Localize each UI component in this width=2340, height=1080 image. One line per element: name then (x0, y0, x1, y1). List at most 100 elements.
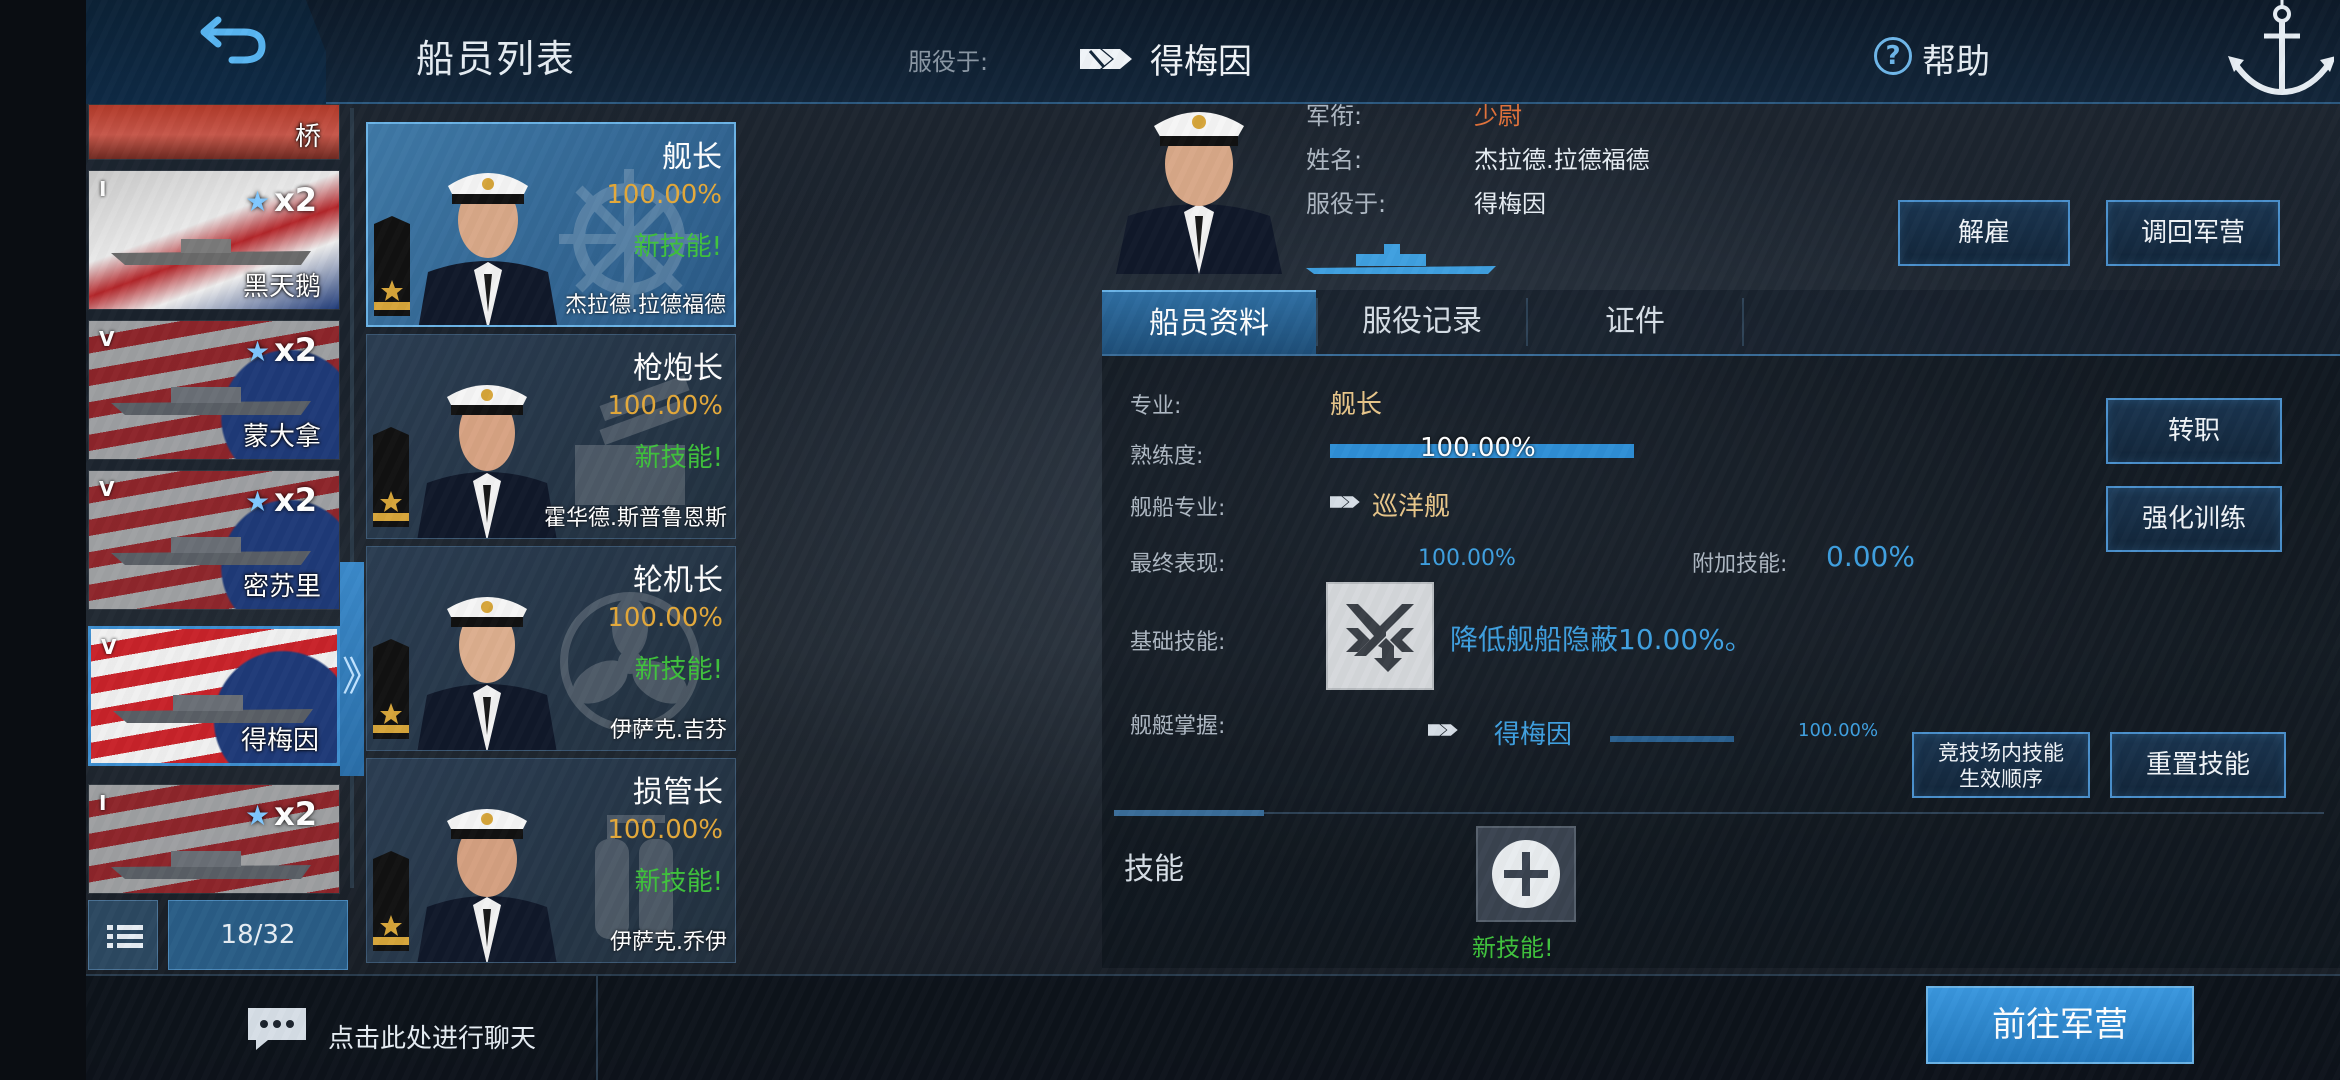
ship-card[interactable]: V ★ x2 蒙大拿 (88, 320, 340, 460)
ship-list[interactable]: 桥 I ★ x2 黑天鹅 V ★ x2 蒙大拿 V ★ x2 密苏里 V 得梅因… (86, 104, 350, 894)
help-button[interactable]: 帮助 (1922, 34, 1990, 83)
plus-icon (1492, 840, 1560, 908)
name-value: 杰拉德.拉德福德 (1474, 146, 1650, 174)
ship-silhouette-icon (1306, 244, 1496, 274)
crew-portrait (417, 597, 557, 750)
crew-proficiency: 100.00% (606, 180, 722, 210)
concealment-skill-icon (1346, 604, 1414, 672)
serving-ship-name: 得梅因 (1150, 42, 1252, 82)
arena-skill-order-line1: 竞技场内技能 (1938, 741, 2064, 765)
ship-tier: V (99, 477, 115, 501)
crew-new-skill: 新技能! (633, 232, 722, 262)
mastery-ship: 得梅因 (1494, 720, 1573, 750)
specialty-value: 舰长 (1330, 390, 1383, 420)
anchor-icon[interactable] (2224, 0, 2334, 104)
ship-card[interactable]: V ★ x2 密苏里 (88, 470, 340, 610)
crew-role: 损管长 (633, 775, 723, 810)
chat-prompt[interactable]: 点击此处进行聊天 (328, 1018, 536, 1055)
proficiency-label: 熟练度: (1130, 444, 1204, 469)
crew-portrait (417, 385, 557, 538)
ship-tier: I (99, 177, 107, 201)
final-performance-label: 最终表现: (1130, 552, 1226, 577)
ship-class-icon (1428, 724, 1458, 736)
skills-title: 技能 (1124, 852, 1184, 887)
detail-tabs: 船员资料 服役记录 证件 (1102, 290, 2340, 356)
crew-count: 18/32 (168, 900, 348, 970)
ship-hull-icon (111, 239, 311, 265)
final-performance-value: 100.00% (1418, 546, 1516, 571)
ship-name: 蒙大拿 (242, 422, 321, 452)
crew-portrait (417, 809, 557, 962)
rank-value: 少尉 (1474, 102, 1522, 130)
skills-divider-accent (1114, 810, 1264, 816)
base-skill-description: 降低舰船隐蔽10.00%。 (1450, 623, 1753, 656)
ship-hull-icon (111, 851, 311, 879)
page-title: 船员列表 (416, 37, 577, 81)
tab-crew-profile[interactable]: 船员资料 (1102, 290, 1316, 354)
add-skill-button[interactable] (1476, 826, 1576, 922)
ship-name: 黑天鹅 (242, 272, 321, 302)
goto-barracks-button[interactable]: 前往军营 (1926, 986, 2194, 1064)
arena-skill-order-line2: 生效顺序 (1959, 767, 2043, 791)
game-screen: 船员列表 服役于: 得梅因 ? 帮助 桥 I ★ x2 黑天鹅 V ★ x2 蒙… (86, 0, 2340, 1080)
crew-name: 伊萨克.吉芬 (610, 718, 727, 743)
ship-hull-icon (111, 537, 311, 565)
ship-card[interactable]: I ★ x2 黑天鹅 (88, 170, 340, 310)
rank-insignia-icon (373, 427, 409, 527)
star-icon: ★ (244, 799, 271, 832)
rank-label: 军衔: (1306, 102, 1363, 130)
serve-value: 得梅因 (1474, 190, 1546, 218)
tab-certificate[interactable]: 证件 (1528, 290, 1742, 354)
name-label: 姓名: (1306, 146, 1363, 174)
chat-icon[interactable] (246, 1006, 308, 1052)
ship-name: 得梅因 (240, 726, 319, 756)
mastery-label: 舰艇掌握: (1130, 714, 1226, 739)
star-icon: ★ (244, 335, 271, 368)
crew-name: 伊萨克.乔伊 (610, 930, 727, 955)
star-icon: ★ (244, 485, 271, 518)
mastery-ship-silhouette (1610, 736, 1734, 742)
crew-proficiency: 100.00% (607, 391, 723, 421)
dismiss-button[interactable]: 解雇 (1898, 200, 2070, 266)
crew-card-damage-control[interactable]: 损管长 100.00% 新技能! 伊萨克.乔伊 (366, 758, 736, 963)
ship-card[interactable]: I ★ x2 (88, 784, 340, 894)
ship-card[interactable]: 桥 (88, 104, 340, 160)
ship-tier: V (99, 327, 115, 351)
selected-crew-portrait (1116, 112, 1282, 274)
train-button[interactable]: 强化训练 (2106, 486, 2282, 552)
list-icon (107, 925, 143, 948)
crew-proficiency: 100.00% (607, 603, 723, 633)
crew-role: 枪炮长 (633, 351, 723, 386)
arena-skill-order-button[interactable]: 竞技场内技能 生效顺序 (1912, 732, 2090, 798)
back-arrow-icon[interactable] (196, 8, 276, 68)
crew-new-skill: 新技能! (634, 443, 723, 473)
skills-divider (1114, 812, 2324, 814)
help-icon[interactable]: ? (1874, 37, 1912, 75)
list-view-button[interactable] (88, 900, 158, 970)
ship-specialty-value: 巡洋舰 (1372, 492, 1451, 522)
crew-name: 霍华德.斯普鲁恩斯 (544, 506, 727, 531)
ship-name: 桥 (294, 122, 321, 152)
ship-card-selected[interactable]: V 得梅因 (88, 626, 340, 766)
transfer-button[interactable]: 转职 (2106, 398, 2282, 464)
crew-card-engineer[interactable]: 轮机长 100.00% 新技能! 伊萨克.吉芬 (366, 546, 736, 751)
base-skill-label: 基础技能: (1130, 630, 1226, 655)
extra-skill-label: 附加技能: (1692, 552, 1788, 577)
star-icon: ★ (244, 185, 271, 218)
recall-button[interactable]: 调回军营 (2106, 200, 2280, 266)
tab-service-record[interactable]: 服役记录 (1318, 290, 1526, 354)
crew-new-skill: 新技能! (634, 655, 723, 685)
crew-proficiency: 100.00% (607, 815, 723, 845)
crew-new-skill: 新技能! (634, 867, 723, 897)
ship-specialty-label: 舰船专业: (1130, 496, 1226, 521)
rank-insignia-icon (374, 216, 410, 316)
serving-label: 服役于: (908, 48, 989, 76)
rank-insignia-icon (373, 639, 409, 739)
ship-tier: V (101, 635, 117, 659)
crew-card-captain[interactable]: 舰长 100.00% 新技能! 杰拉德.拉德福德 (366, 122, 736, 327)
reset-skill-button[interactable]: 重置技能 (2110, 732, 2286, 798)
xp-boost-badge: ★ x2 (244, 181, 317, 219)
base-skill-slot[interactable] (1326, 582, 1434, 690)
crew-card-gunnery[interactable]: 枪炮长 100.00% 新技能! 霍华德.斯普鲁恩斯 (366, 334, 736, 539)
selected-ship-indicator: 》 (340, 562, 382, 776)
